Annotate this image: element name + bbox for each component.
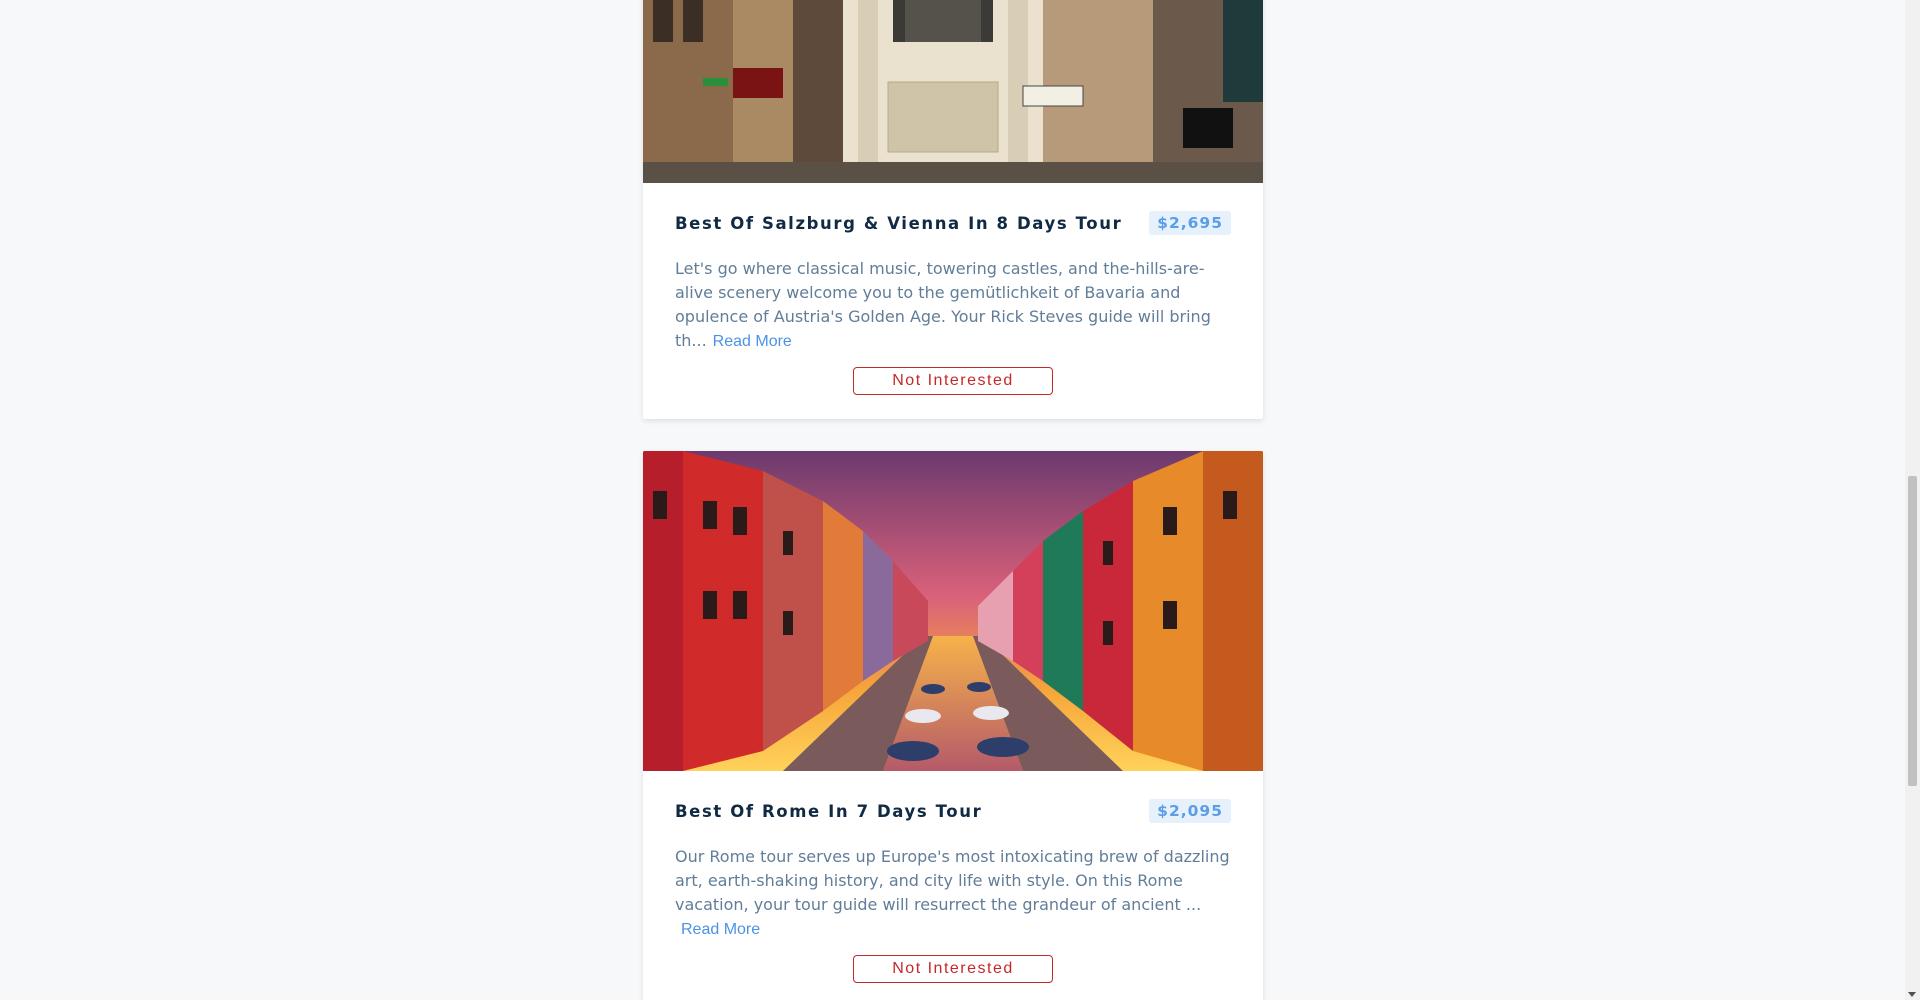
page-scrollbar[interactable] xyxy=(1905,0,1920,1000)
tour-header: Best Of Rome In 7 Days Tour $2,095 xyxy=(675,799,1231,823)
scrollbar-thumb[interactable] xyxy=(1908,476,1917,786)
tour-info: Best Of Salzburg & Vienna In 8 Days Tour… xyxy=(643,183,1263,419)
scroll-down-arrow-icon[interactable] xyxy=(1908,992,1916,997)
tours-list: Best Of Salzburg & Vienna In 8 Days Tour… xyxy=(643,0,1263,1000)
tour-description: Our Rome tour serves up Europe's most in… xyxy=(675,845,1231,941)
tour-description-text: Our Rome tour serves up Europe's most in… xyxy=(675,847,1230,914)
not-interested-button[interactable]: Not Interested xyxy=(853,955,1053,983)
venice-burano-canal-photo xyxy=(643,451,1263,771)
button-row: Not Interested xyxy=(675,367,1231,395)
tour-info: Best Of Rome In 7 Days Tour $2,095 Our R… xyxy=(643,771,1263,1000)
tour-image xyxy=(643,0,1263,183)
vienna-street-photo xyxy=(643,0,1263,183)
button-row: Not Interested xyxy=(675,955,1231,983)
tour-header: Best Of Salzburg & Vienna In 8 Days Tour… xyxy=(675,211,1231,235)
tour-card: Best Of Rome In 7 Days Tour $2,095 Our R… xyxy=(643,451,1263,1000)
tour-card: Best Of Salzburg & Vienna In 8 Days Tour… xyxy=(643,0,1263,419)
tour-price: $2,695 xyxy=(1149,211,1231,235)
read-more-button[interactable]: Read More xyxy=(675,921,760,939)
tour-description: Let's go where classical music, towering… xyxy=(675,257,1231,353)
page: Best Of Salzburg & Vienna In 8 Days Tour… xyxy=(0,0,1920,1000)
tour-image xyxy=(643,451,1263,771)
read-more-button[interactable]: Read More xyxy=(707,333,792,351)
tour-price: $2,095 xyxy=(1149,799,1231,823)
tour-title: Best Of Rome In 7 Days Tour xyxy=(675,801,983,821)
tour-title: Best Of Salzburg & Vienna In 8 Days Tour xyxy=(675,213,1123,233)
not-interested-button[interactable]: Not Interested xyxy=(853,367,1053,395)
